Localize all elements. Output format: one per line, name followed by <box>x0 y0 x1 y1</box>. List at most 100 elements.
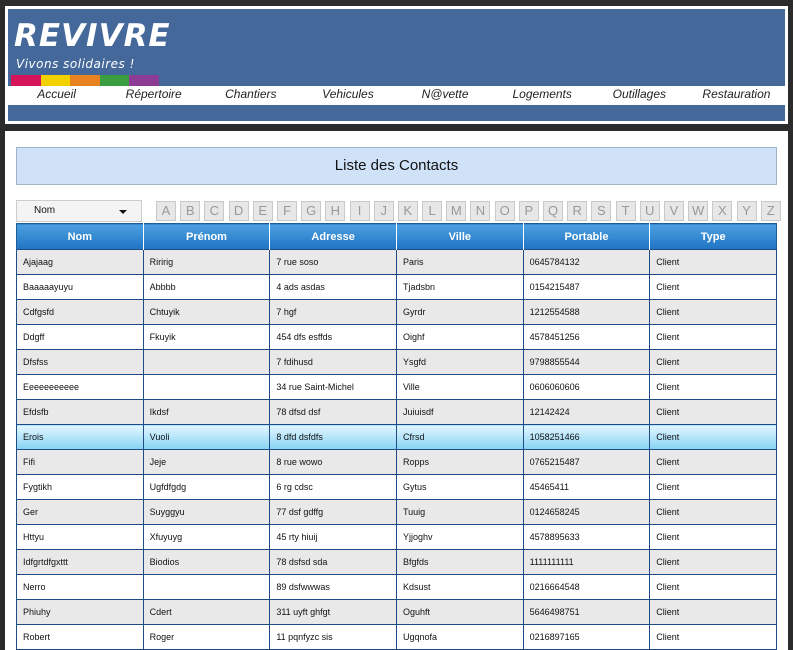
letter-filter-x[interactable]: X <box>712 201 733 221</box>
table-cell: 12142424 <box>522 399 651 425</box>
table-row[interactable]: Fygtikh Ugfdfgdg 6 rg cdsc Gytus 45465411 Cli… <box>16 474 777 500</box>
table-cell: Ugqnofa <box>395 624 524 650</box>
letter-filter-e[interactable]: E <box>252 201 273 221</box>
table-row[interactable]: Cdfgsfd Chtuyik 7 hgf Gyrdr 1212554588 Client <box>16 299 777 325</box>
table-row[interactable]: Eeeeeeeeeee 34 rue Saint-Michel Ville 06060… <box>16 374 777 400</box>
nav-item-chantiers[interactable]: Chantiers <box>202 86 299 105</box>
table-row[interactable]: Fifi Jeje 8 rue wowo Ropps 0765215487 Client <box>16 449 777 475</box>
table-cell: Client <box>649 599 777 625</box>
letter-filter-p[interactable]: P <box>518 201 539 221</box>
nav-item-outillages[interactable]: Outillages <box>591 86 688 105</box>
column-header-type[interactable]: Type <box>649 223 777 250</box>
letter-filter-u[interactable]: U <box>639 201 660 221</box>
table-cell: 4578895633 <box>522 524 651 550</box>
table-row[interactable]: Robert Roger 11 pqnfyzc sis Ugqnofa 02168971… <box>16 624 777 650</box>
table-cell: 311 uyft ghfgt <box>269 599 397 625</box>
letter-filter-o[interactable]: O <box>494 201 515 221</box>
table-cell: Client <box>649 424 777 450</box>
letter-filter-v[interactable]: V <box>663 201 684 221</box>
table-cell: 45 rty hiuij <box>269 524 397 550</box>
table-row[interactable]: Phiuhy Cdert 311 uyft ghfgt Oguhft 564649875… <box>16 599 777 625</box>
letter-filter-z[interactable]: Z <box>760 201 781 221</box>
table-cell: Ikdsf <box>142 399 271 425</box>
table-cell: Eeeeeeeeeee <box>16 374 144 400</box>
table-cell: 89 dsfwwwas <box>269 574 397 600</box>
column-header-portable[interactable]: Portable <box>522 223 651 250</box>
table-row[interactable]: Efdsfb Ikdsf 78 dfsd dsf Juiuisdf 12142424 Cl… <box>16 399 777 425</box>
table-row[interactable]: Idfgrtdfgxttt Biodios 78 dsfsd sda Bfgfds 11… <box>16 549 777 575</box>
letter-filter-j[interactable]: J <box>373 201 394 221</box>
table-cell: Client <box>649 274 777 300</box>
table-cell: Oighf <box>395 324 524 350</box>
table-cell: Gyrdr <box>395 299 524 325</box>
letter-filter-k[interactable]: K <box>397 201 418 221</box>
table-cell: 8 dfd dsfdfs <box>269 424 397 450</box>
letter-filter-r[interactable]: R <box>567 201 588 221</box>
nav-item-accueil[interactable]: Accueil <box>8 86 105 105</box>
table-row[interactable]: Baaaaayuyu Abbbb 4 ads asdas Tjadsbn 0154215… <box>16 274 777 300</box>
table-row[interactable]: Nerro 89 dsfwwwas Kdsust 0216664548 Client <box>16 574 777 600</box>
column-header-nom[interactable]: Nom <box>16 223 144 250</box>
letter-filter-y[interactable]: Y <box>736 201 757 221</box>
letter-filter-w[interactable]: W <box>688 201 709 221</box>
header: REVIVRE Vivons solidaires ! Accueil Réper… <box>5 6 788 124</box>
sort-select-value: Nom <box>34 205 56 216</box>
table-cell: Client <box>649 399 777 425</box>
letter-filter-a[interactable]: A <box>156 201 176 221</box>
letter-filter-i[interactable]: I <box>349 201 370 221</box>
table-cell: Xfuyuyg <box>142 524 271 550</box>
table-cell: 5646498751 <box>522 599 651 625</box>
banner: REVIVRE Vivons solidaires ! <box>8 9 785 87</box>
table-cell: 0216664548 <box>522 574 651 600</box>
table-cell: Client <box>649 624 777 650</box>
column-header-adresse[interactable]: Adresse <box>269 223 397 250</box>
table-cell: 7 fdihusd <box>269 349 397 375</box>
nav-item-logements[interactable]: Logements <box>494 86 591 105</box>
logo-title: REVIVRE <box>14 18 171 54</box>
letter-filter-m[interactable]: M <box>446 201 467 221</box>
table-cell: Ajajaag <box>16 249 144 275</box>
letter-filter-b[interactable]: B <box>180 201 201 221</box>
letter-filter-d[interactable]: D <box>228 201 249 221</box>
table-row[interactable]: Dfsfss 7 fdihusd Ysgfd 9798855544 Client <box>16 349 777 375</box>
table-row[interactable]: Ddgff Fkuyik 454 dfs esffds Oighf 4578451256… <box>16 324 777 350</box>
table-cell: 34 rue Saint-Michel <box>269 374 397 400</box>
column-header-pr-nom[interactable]: Prénom <box>142 223 271 250</box>
letter-filter-s[interactable]: S <box>591 201 612 221</box>
main-nav: Accueil Répertoire Chantiers Vehicules N@vet… <box>8 86 785 105</box>
table-cell: Ugfdfgdg <box>142 474 271 500</box>
table-body: Ajajaag Riririg 7 rue soso Paris 0645784132 C… <box>16 249 777 650</box>
letter-filter-t[interactable]: T <box>615 201 636 221</box>
letter-filter-g[interactable]: G <box>301 201 322 221</box>
table-cell: Client <box>649 299 777 325</box>
nav-item-restauration[interactable]: Restauration <box>688 86 785 105</box>
table-cell: Fkuyik <box>142 324 271 350</box>
logo-tagline: Vivons solidaires ! <box>16 57 135 71</box>
letter-filter-n[interactable]: N <box>470 201 491 221</box>
column-header-ville[interactable]: Ville <box>395 223 524 250</box>
table-row[interactable]: Ger Suyggyu 77 dsf gdffg Tuuig 0124658245 Cli… <box>16 499 777 525</box>
contacts-table: Nom Prénom Adresse Ville Portable Type Ajajaa… <box>16 223 777 650</box>
letter-filter-f[interactable]: F <box>276 201 297 221</box>
table-cell: Paris <box>395 249 524 275</box>
table-cell: Vuoli <box>142 424 271 450</box>
letter-filter-c[interactable]: C <box>204 201 225 221</box>
table-cell: 6 rg cdsc <box>269 474 397 500</box>
table-row[interactable]: Httyu Xfuyuyg 45 rty hiuij Yjjoghv 457889563… <box>16 524 777 550</box>
table-cell: Dfsfss <box>16 349 144 375</box>
nav-item-r-pertoire[interactable]: Répertoire <box>105 86 202 105</box>
letter-filter-l[interactable]: L <box>422 201 443 221</box>
nav-item-vehicules[interactable]: Vehicules <box>299 86 396 105</box>
nav-item-n-vette[interactable]: N@vette <box>397 86 494 105</box>
table-row[interactable]: Ajajaag Riririg 7 rue soso Paris 0645784132 C… <box>16 249 777 275</box>
table-row[interactable]: Erois Vuoli 8 dfd dsfdfs Cfrsd 1058251466 Cli… <box>16 424 777 450</box>
table-cell: Cfrsd <box>395 424 524 450</box>
letter-filter-h[interactable]: H <box>325 201 346 221</box>
table-cell: Client <box>649 349 777 375</box>
table-cell: Roger <box>142 624 271 650</box>
sort-select[interactable]: Nom <box>16 200 142 222</box>
table-cell: Client <box>649 449 777 475</box>
revivre-logo[interactable]: REVIVRE Vivons solidaires ! <box>8 9 170 87</box>
letter-filter-q[interactable]: Q <box>543 201 563 221</box>
content-panel: Liste des Contacts Nom ABCDEFGHIJKLMNOPQ… <box>5 131 788 650</box>
